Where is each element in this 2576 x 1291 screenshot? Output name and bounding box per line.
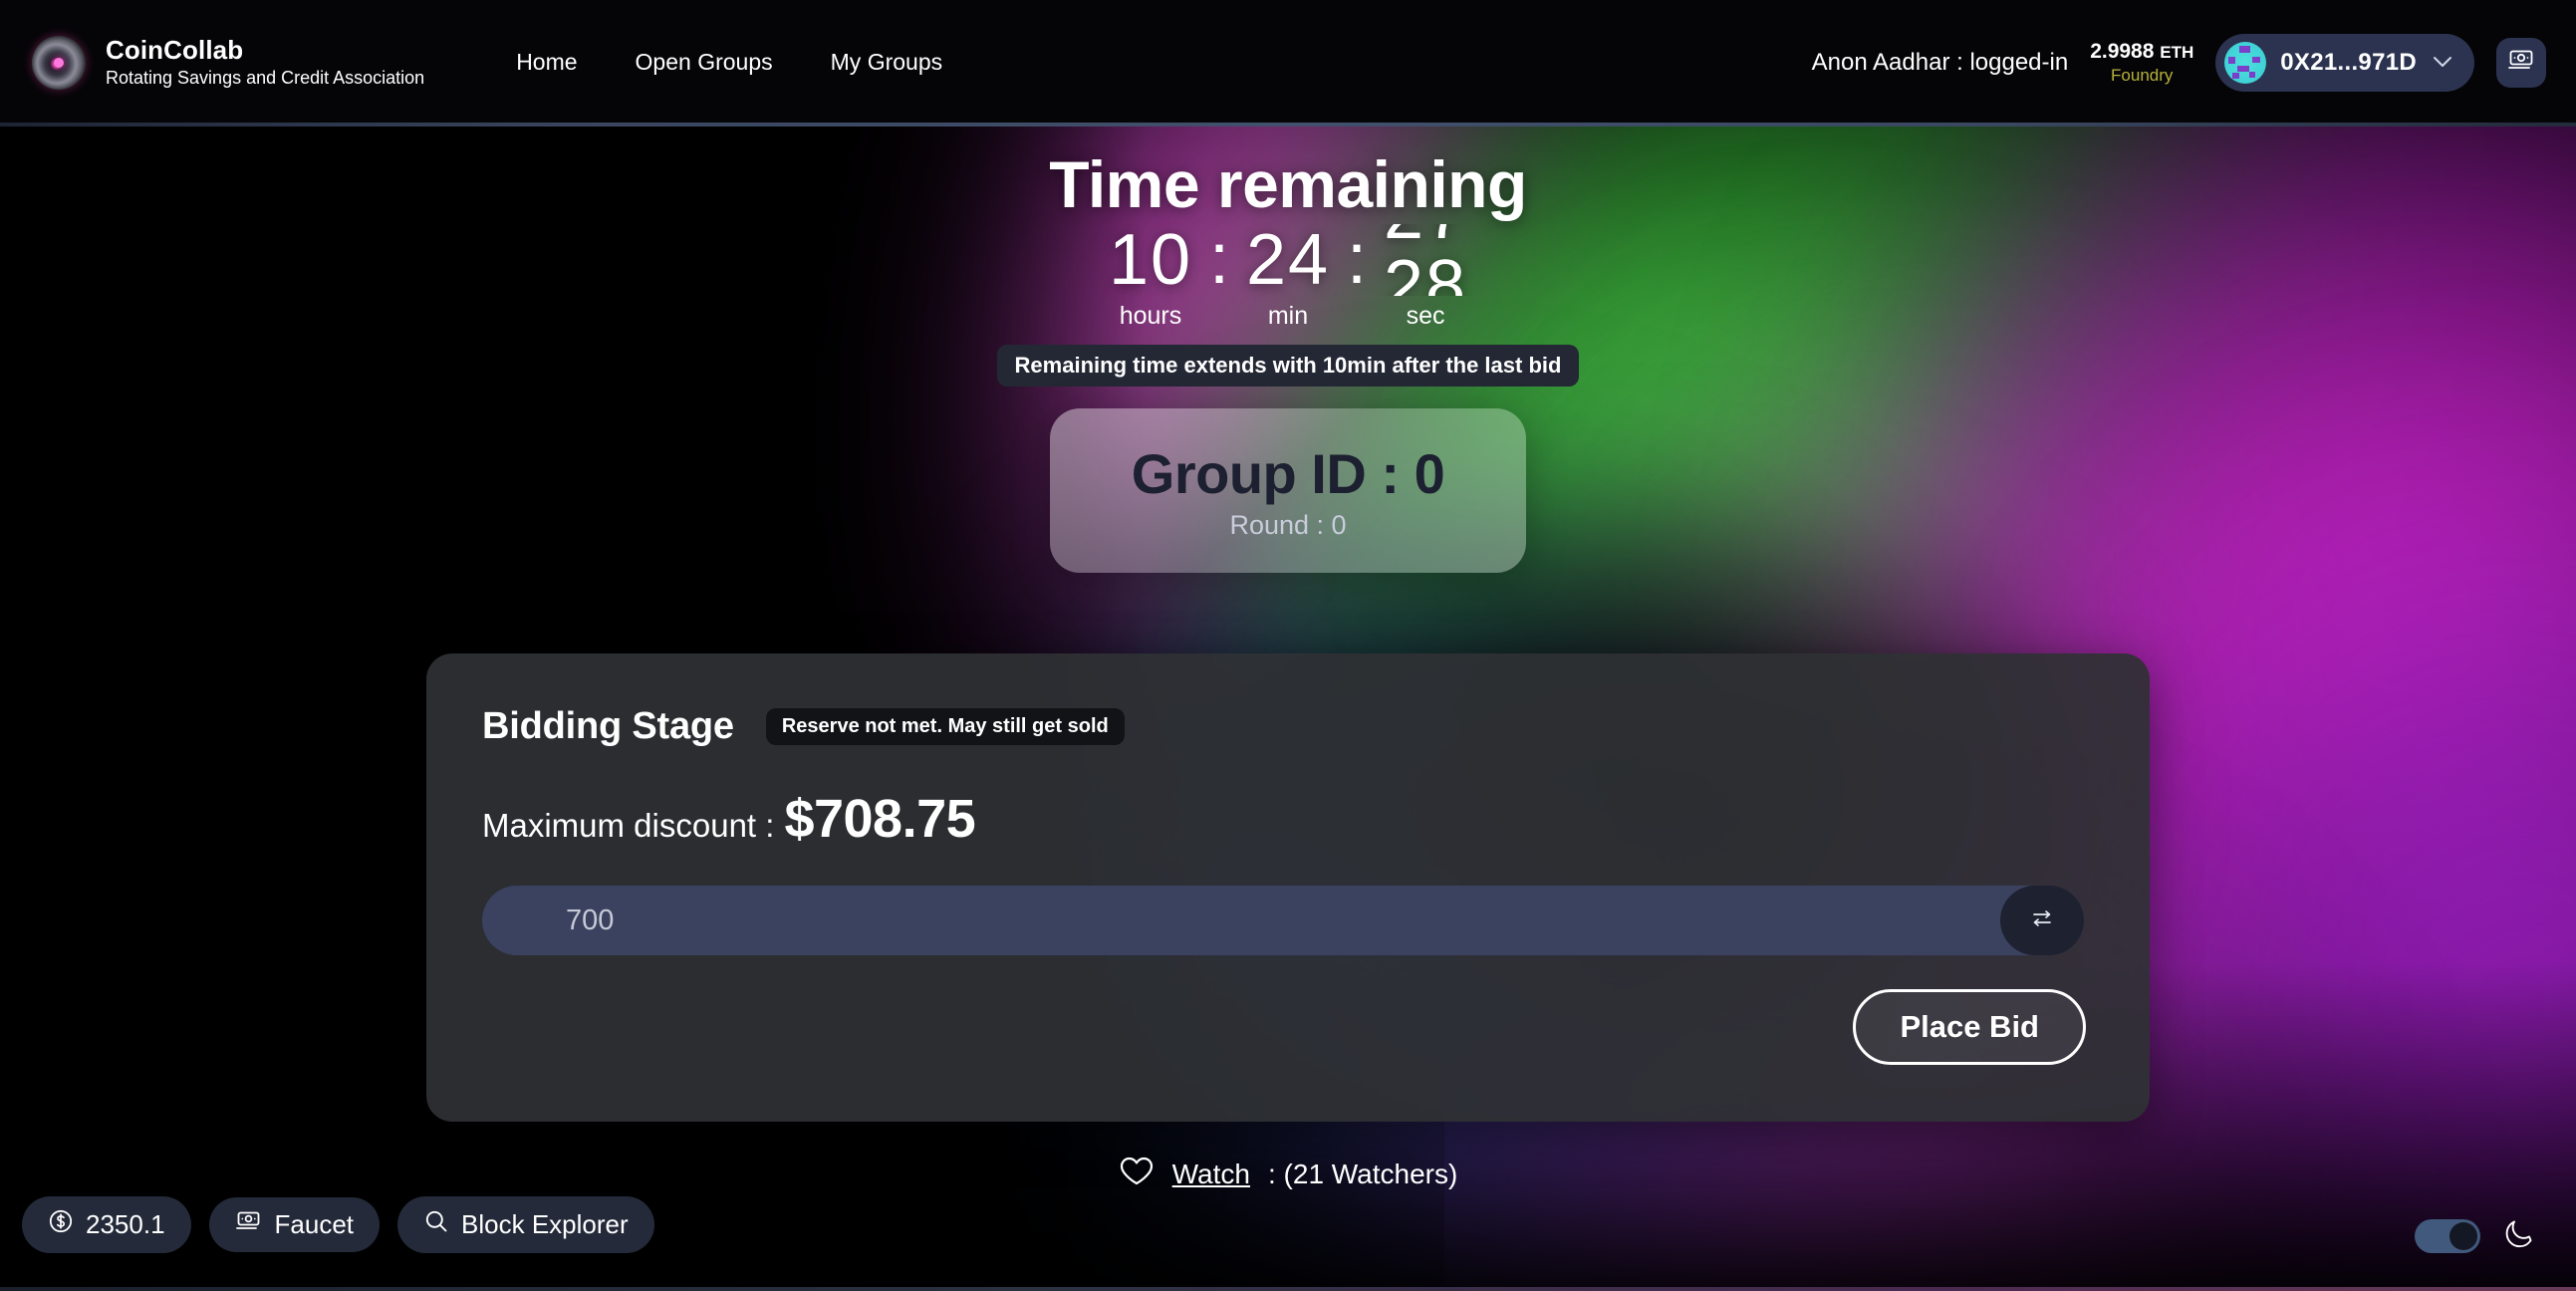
magnifier-icon — [423, 1208, 449, 1241]
faucet-banknote-icon — [235, 1209, 263, 1240]
toggle-knob — [2449, 1221, 2477, 1250]
reserve-status-badge: Reserve not met. May still get sold — [765, 708, 1125, 745]
hero-section: Time remaining 10 hours : 24 min : 27 28… — [0, 125, 2576, 573]
brand-text: CoinCollab Rotating Savings and Credit A… — [106, 34, 425, 89]
timer-minutes-value: 24 — [1245, 220, 1331, 300]
timer-separator-1: : — [1208, 219, 1229, 299]
brand[interactable]: CoinCollab Rotating Savings and Credit A… — [32, 34, 425, 90]
bidding-stage-title: Bidding Stage — [482, 705, 734, 747]
timer-seconds: 27 28 sec — [1357, 224, 1494, 331]
app-root: CoinCollab Rotating Savings and Credit A… — [0, 0, 2576, 1291]
balance-amount: 2.9988 — [2090, 39, 2155, 63]
bidding-header: Bidding Stage Reserve not met. May still… — [482, 705, 2086, 748]
brand-title: CoinCollab — [106, 34, 244, 65]
balance-amount-line: 2.9988 ETH — [2090, 40, 2193, 64]
watchers-count: : (21 Watchers) — [1267, 1158, 1458, 1189]
nav-link-open-groups[interactable]: Open Groups — [636, 49, 773, 76]
wallet-address-label: 0X21...971D — [2280, 48, 2417, 76]
timer-extension-note: Remaining time extends with 10min after … — [996, 345, 1580, 387]
place-bid-row: Place Bid — [482, 989, 2086, 1065]
countdown-timer: 10 hours : 24 min : 27 28 sec — [1082, 219, 1494, 331]
bid-amount-input[interactable] — [482, 886, 2084, 955]
group-round-label: Round : 0 — [1229, 509, 1347, 540]
network-name: Foundry — [2111, 65, 2174, 85]
app-header: CoinCollab Rotating Savings and Credit A… — [0, 0, 2576, 125]
main-nav: Home Open Groups My Groups — [516, 49, 942, 76]
group-info-card: Group ID : 0 Round : 0 — [1050, 408, 1526, 573]
token-balance-label: 2350.1 — [86, 1209, 165, 1239]
bid-input-wrapper — [482, 886, 2084, 955]
wallet-balance: 2.9988 ETH Foundry — [2090, 40, 2193, 86]
timer-title: Time remaining — [1049, 147, 1527, 221]
timer-seconds-label: sec — [1406, 302, 1445, 330]
bidding-card: Bidding Stage Reserve not met. May still… — [426, 653, 2150, 1122]
identicon-avatar-icon — [2224, 41, 2267, 84]
bottom-left-chips: 2350.1 Faucet Block Explorer — [22, 1196, 654, 1253]
timer-hours-value: 10 — [1108, 220, 1193, 300]
nav-link-my-groups[interactable]: My Groups — [831, 49, 942, 76]
block-explorer-label: Block Explorer — [461, 1209, 629, 1239]
moon-icon[interactable] — [2502, 1216, 2536, 1255]
nav-link-home[interactable]: Home — [516, 49, 577, 76]
timer-hours: 10 hours — [1082, 224, 1219, 331]
timer-minutes-label: min — [1267, 302, 1309, 330]
chevron-down-icon — [2433, 52, 2452, 73]
header-right: Anon Aadhar : logged-in 2.9988 ETH Found… — [1811, 33, 2546, 92]
bottom-border — [0, 1287, 2576, 1291]
faucet-label: Faucet — [274, 1209, 355, 1239]
timer-seconds-incoming: 28 — [1383, 246, 1468, 296]
brand-subtitle: Rotating Savings and Credit Association — [106, 67, 425, 88]
max-discount-row: Maximum discount : $708.75 — [482, 788, 2086, 850]
dollar-circle-icon — [48, 1208, 74, 1241]
group-id-label: Group ID : 0 — [1131, 441, 1445, 505]
token-balance-chip[interactable]: 2350.1 — [22, 1196, 191, 1253]
swap-currency-button[interactable] — [2000, 886, 2084, 955]
block-explorer-chip[interactable]: Block Explorer — [397, 1196, 654, 1253]
timer-minutes: 24 min — [1219, 224, 1357, 331]
wallet-address-button[interactable]: 0X21...971D — [2215, 33, 2474, 92]
watch-row: Watch : (21 Watchers) — [0, 1156, 2576, 1192]
theme-controls — [2415, 1216, 2536, 1255]
heart-icon[interactable] — [1119, 1156, 1155, 1192]
banknote-icon — [2507, 48, 2535, 77]
swap-arrows-icon — [2030, 907, 2054, 934]
banknote-icon-button[interactable] — [2496, 37, 2546, 88]
theme-toggle-switch[interactable] — [2415, 1218, 2480, 1253]
place-bid-button[interactable]: Place Bid — [1853, 989, 2086, 1065]
header-divider — [0, 123, 2576, 127]
faucet-chip[interactable]: Faucet — [208, 1197, 381, 1252]
balance-unit: ETH — [2160, 42, 2194, 62]
coin-disc-logo-icon — [32, 35, 86, 90]
max-discount-label: Maximum discount : — [482, 807, 775, 844]
max-discount-value: $708.75 — [784, 789, 976, 849]
watch-link[interactable]: Watch — [1172, 1159, 1250, 1190]
timer-hours-label: hours — [1119, 302, 1182, 330]
auth-status: Anon Aadhar : logged-in — [1811, 48, 2069, 76]
timer-seconds-value: 27 28 — [1357, 224, 1494, 296]
